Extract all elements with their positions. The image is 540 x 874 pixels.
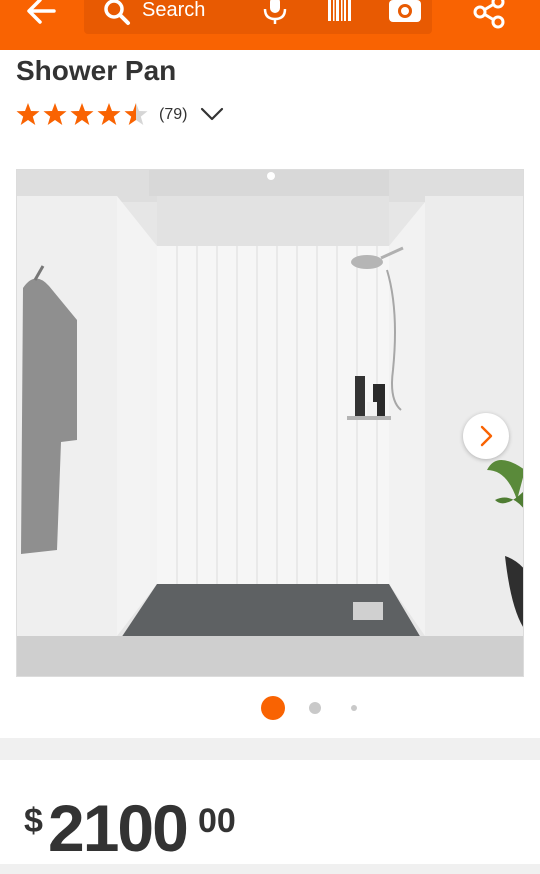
search-input[interactable]: Search [84, 0, 432, 34]
next-image-button[interactable] [463, 413, 509, 459]
carousel-dot[interactable] [309, 702, 321, 714]
microphone-icon[interactable] [262, 0, 288, 25]
section-divider [0, 738, 540, 760]
search-icon [102, 0, 132, 28]
rating-summary[interactable]: (79) [16, 101, 276, 129]
camera-icon[interactable] [388, 0, 422, 24]
product-image[interactable] [16, 169, 524, 677]
chevron-right-icon [480, 425, 493, 447]
star-icon [97, 103, 121, 125]
top-app-bar: Search [0, 0, 540, 50]
star-icon [43, 103, 67, 125]
chevron-down-icon[interactable] [200, 106, 224, 122]
carousel-dot-active[interactable] [261, 696, 285, 720]
barcode-scanner-icon[interactable] [326, 0, 354, 23]
star-icon [70, 103, 94, 125]
share-icon[interactable] [472, 0, 508, 30]
section-divider [0, 864, 540, 874]
product-title: Shower Pan [16, 55, 177, 86]
search-placeholder: Search [142, 0, 206, 21]
back-arrow-icon[interactable] [24, 0, 58, 26]
star-rating [16, 101, 150, 127]
price: $ 2100 00 [24, 788, 424, 868]
currency-symbol: $ [24, 802, 43, 840]
half-star-icon [124, 103, 148, 125]
shower-photo [17, 170, 523, 676]
star-icon [16, 103, 40, 125]
price-dollars: 2100 [48, 791, 189, 865]
review-count[interactable]: (79) [159, 106, 187, 124]
carousel-dot[interactable] [351, 705, 357, 711]
price-cents: 00 [198, 802, 236, 840]
